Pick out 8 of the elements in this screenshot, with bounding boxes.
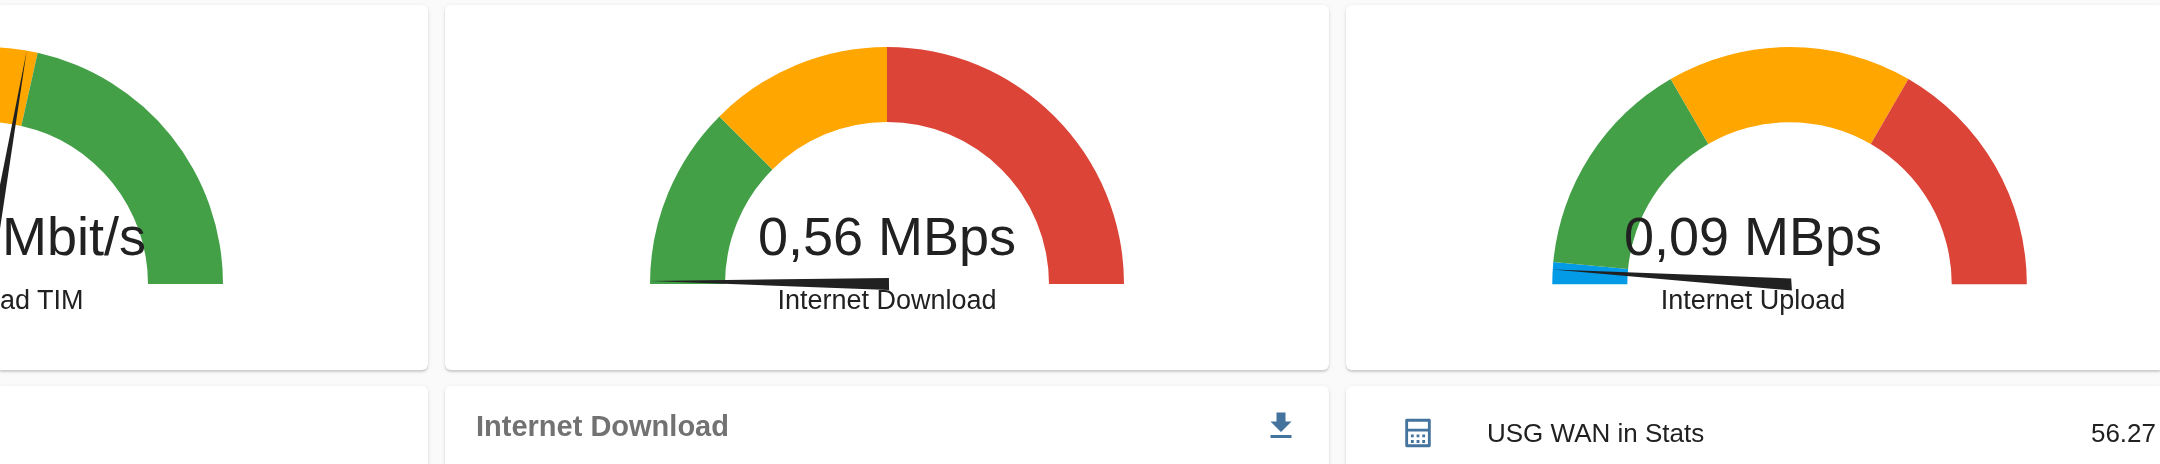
- entity-value: 56.27: [2090, 417, 2157, 449]
- gauge-label: Internet Download: [777, 284, 997, 317]
- gauge-label: Internet Upload: [1660, 284, 1846, 317]
- card-title: Internet Download: [476, 409, 729, 443]
- gauge-label: ad TIM: [0, 284, 84, 317]
- gauge-value: 0,56 MBps: [757, 205, 1017, 267]
- gauge-value: Mbit/s: [1, 205, 147, 267]
- entity-name[interactable]: USG WAN in Stats: [1487, 417, 1705, 449]
